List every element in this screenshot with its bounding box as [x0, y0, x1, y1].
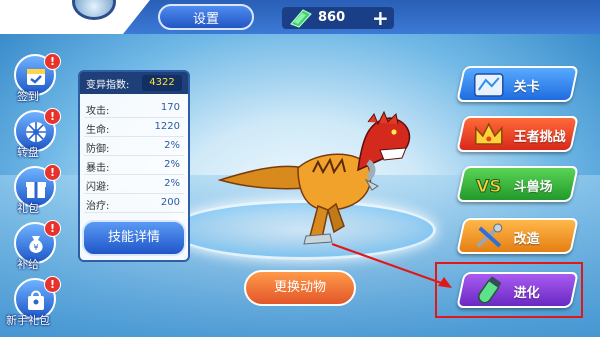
game-screen: 设置 860 + ! 签到 ! 转盘 ! 礼包 ¥ ! 补给 ! 新手礼包 变异… — [0, 0, 600, 337]
pointer-arrow-icon — [331, 242, 452, 288]
